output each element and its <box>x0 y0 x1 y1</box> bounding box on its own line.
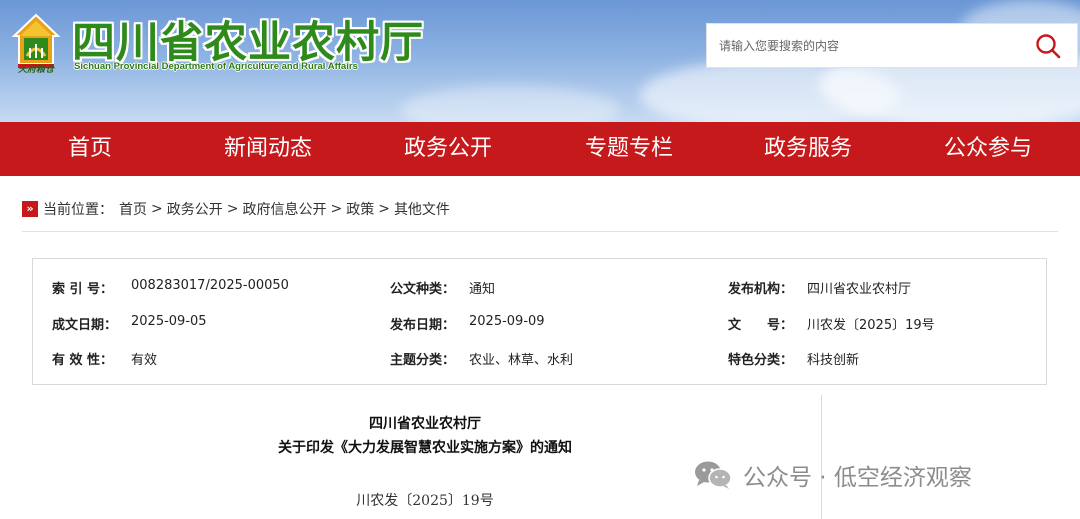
site-header: 天府粮仓 四川省农业农村厅 Sichuan Provincial Departm… <box>0 0 1080 122</box>
breadcrumb-separator: > <box>330 201 343 217</box>
created-date-value: 2025-09-05 <box>131 314 207 329</box>
breadcrumb-link-other-docs[interactable]: 其他文件 <box>394 199 450 219</box>
topic-value: 农业、林草、水利 <box>469 353 574 368</box>
nav-item-gov-services[interactable]: 政务服务 <box>718 122 898 176</box>
index-label: 索 引 号： <box>52 282 114 297</box>
topic-label: 主题分类： <box>390 353 456 368</box>
breadcrumb-link-gov-info[interactable]: 政府信息公开 <box>242 199 326 219</box>
nav-item-public-participation[interactable]: 公众参与 <box>898 122 1078 176</box>
watermark-text: 公众号 · 低空经济观察 <box>743 465 972 491</box>
article-title-line1: 四川省农业农村厅 <box>369 416 481 432</box>
site-subtitle: Sichuan Provincial Department of Agricul… <box>74 61 358 72</box>
nav-item-gov-affairs[interactable]: 政务公开 <box>358 122 538 176</box>
validity-value: 有效 <box>131 353 158 368</box>
validity-label: 有 效 性： <box>52 353 114 368</box>
article-title-line2: 关于印发《大力发展智慧农业实施方案》的通知 <box>278 440 572 456</box>
feature-value: 科技创新 <box>807 353 860 368</box>
published-date-label: 发布日期： <box>390 318 456 333</box>
wechat-watermark: 公众号 · 低空经济观察 <box>693 456 972 494</box>
breadcrumb-prefix: 当前位置： <box>43 202 113 218</box>
feature-label: 特色分类： <box>728 353 794 368</box>
double-chevron-icon: » <box>22 201 38 217</box>
main-nav: 首页 新闻动态 政务公开 专题专栏 政务服务 公众参与 <box>0 122 1080 176</box>
breadcrumb-separator: > <box>151 201 163 217</box>
breadcrumb-link-home[interactable]: 首页 <box>119 199 147 219</box>
doc-number-label: 文 号： <box>728 318 794 333</box>
published-date-value: 2025-09-09 <box>469 314 545 329</box>
breadcrumb-separator: > <box>378 201 390 217</box>
nav-item-news[interactable]: 新闻动态 <box>178 122 358 176</box>
doc-number-value: 川农发〔2025〕19号 <box>807 318 935 333</box>
wechat-icon <box>695 461 732 489</box>
search-icon[interactable] <box>1035 33 1061 59</box>
nav-item-home[interactable]: 首页 <box>0 122 180 176</box>
search-input[interactable] <box>719 34 1029 58</box>
index-value: 008283017/2025-00050 <box>131 278 289 293</box>
cloud-decoration <box>400 85 620 122</box>
document-info-table: 索 引 号： 008283017/2025-00050 公文种类： 通知 发布机… <box>32 258 1047 385</box>
breadcrumb-link-policy[interactable]: 政策 <box>346 199 374 219</box>
publisher-label: 发布机构： <box>728 282 794 297</box>
section-divider <box>22 231 1058 232</box>
search-box <box>706 23 1078 68</box>
nav-item-special-topics[interactable]: 专题专栏 <box>539 122 719 176</box>
breadcrumb-separator: > <box>226 201 239 217</box>
emblem-caption: 天府粮仓 <box>17 65 54 75</box>
created-date-label: 成文日期： <box>52 318 118 333</box>
breadcrumb-link-gov-affairs[interactable]: 政务公开 <box>167 199 223 219</box>
doc-type-label: 公文种类： <box>390 282 456 297</box>
publisher-value: 四川省农业农村厅 <box>807 282 912 297</box>
breadcrumb: » 当前位置： 首页 > 政务公开 > 政府信息公开 > 政策 > 其他文件 <box>22 198 450 220</box>
doc-type-value: 通知 <box>469 282 496 297</box>
